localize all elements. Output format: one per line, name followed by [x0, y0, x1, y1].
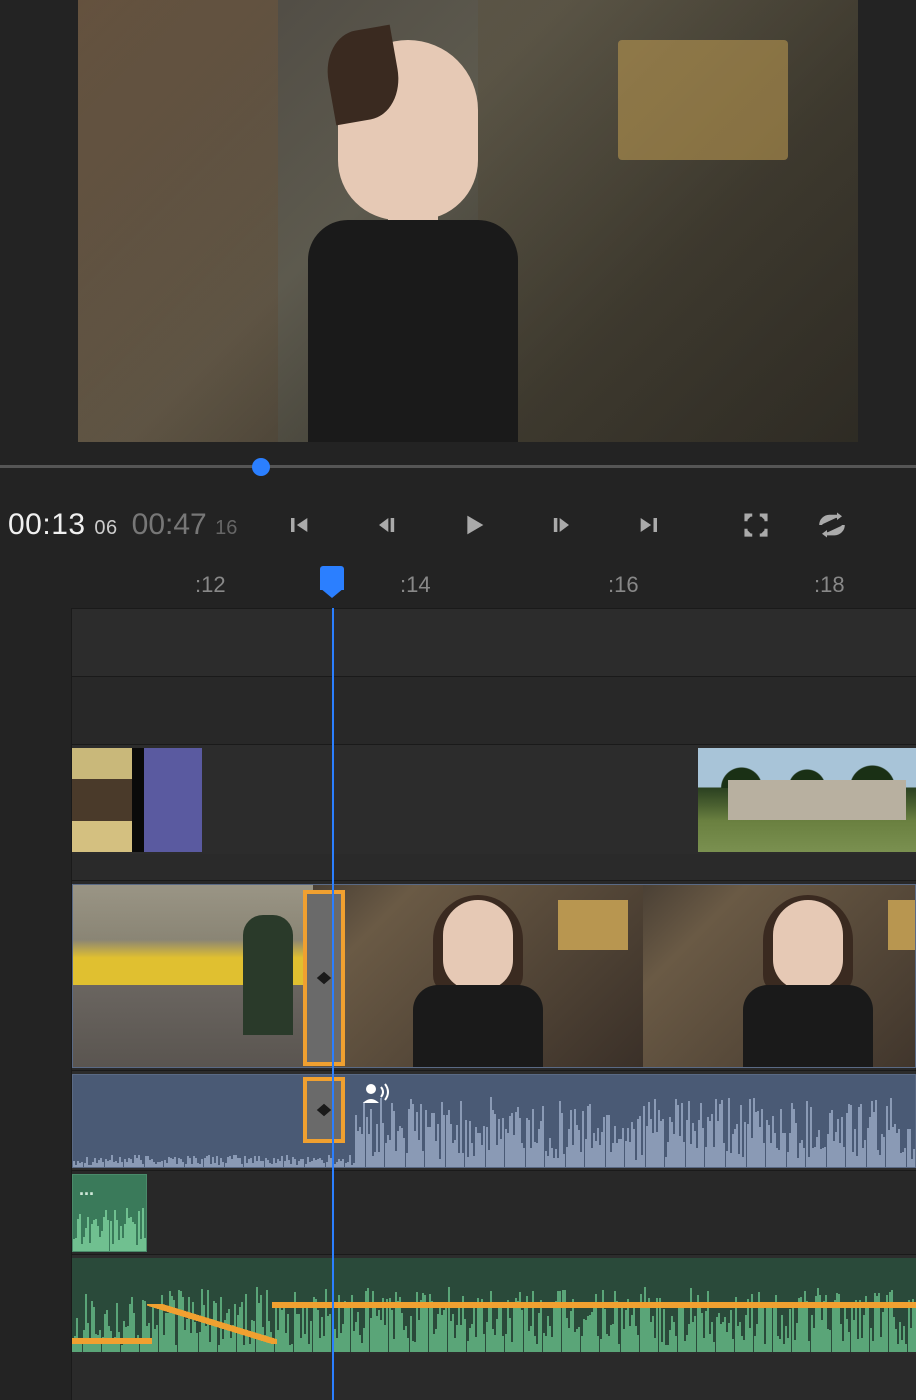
step-forward-button[interactable] — [544, 507, 580, 543]
preview-scrubber[interactable] — [0, 462, 916, 472]
transport-bar: 00:13 06 00:47 16 — [0, 495, 916, 555]
play-button[interactable] — [456, 507, 492, 543]
ruler-tick: :18 — [814, 572, 845, 598]
program-monitor — [78, 0, 858, 442]
fullscreen-button[interactable] — [738, 507, 774, 543]
preview-subject — [288, 20, 538, 440]
timeline-ruler[interactable]: :12 :14 :16 :18 — [0, 560, 916, 608]
clip-main-sequence[interactable] — [72, 884, 916, 1068]
main-video-track[interactable] — [0, 880, 916, 1070]
audio-transition-cross-fade[interactable] — [303, 1077, 345, 1143]
filmstrip-frame — [313, 885, 643, 1067]
audio-track-2[interactable]: ... — [0, 1170, 916, 1254]
playhead-line — [332, 608, 334, 1400]
audio-track-3[interactable] — [0, 1254, 916, 1354]
ruler-tick: :14 — [400, 572, 431, 598]
volume-envelope-high[interactable] — [272, 1302, 916, 1308]
ruler-tick: :12 — [195, 572, 226, 598]
audio-track-1[interactable] — [0, 1070, 916, 1170]
preview-plaque — [618, 40, 788, 160]
timecode-current: 00:13 06 — [8, 508, 118, 542]
filmstrip-frame — [643, 885, 916, 1067]
timeline[interactable]: ... — [0, 608, 916, 1400]
voiceover-icon — [363, 1081, 391, 1103]
ruler-tick: :16 — [608, 572, 639, 598]
video-track-1[interactable] — [0, 744, 916, 854]
clip-label: ... — [79, 1179, 94, 1200]
filmstrip-frame — [73, 885, 313, 1067]
scrubber-track — [0, 465, 916, 468]
preview-frame — [78, 0, 858, 442]
waveform — [73, 1092, 915, 1167]
timecode-current-frames: 06 — [94, 517, 117, 539]
video-track-3[interactable] — [0, 608, 916, 676]
clip-thumb — [698, 748, 916, 852]
clip-dialogue-audio[interactable] — [72, 1074, 916, 1168]
clip-thumb — [72, 748, 132, 852]
scrubber-handle[interactable] — [252, 458, 270, 476]
go-to-end-button[interactable] — [632, 507, 668, 543]
clip-music-bed[interactable] — [72, 1258, 916, 1352]
volume-envelope-low[interactable] — [72, 1338, 152, 1344]
timecode-current-time: 00:13 — [8, 508, 86, 541]
loop-button[interactable] — [814, 507, 850, 543]
playhead-handle[interactable] — [320, 566, 344, 590]
clip-audio-short[interactable]: ... — [72, 1174, 147, 1252]
clip-solid-color[interactable] — [72, 748, 202, 852]
preview-overlay-left — [78, 0, 278, 442]
go-to-start-button[interactable] — [280, 507, 316, 543]
video-transition-cross-dissolve[interactable] — [303, 890, 345, 1066]
clip-black — [132, 748, 144, 852]
timecode-duration-frames: 16 — [215, 517, 237, 539]
clip-campus-sign[interactable] — [698, 748, 916, 852]
volume-envelope-ramp[interactable] — [147, 1304, 277, 1344]
waveform — [73, 1203, 146, 1251]
timeline-track-headers[interactable] — [0, 608, 72, 1400]
clip-solid-purple — [144, 748, 202, 852]
step-back-button[interactable] — [368, 507, 404, 543]
timecode-duration: 00:47 16 — [132, 508, 238, 542]
timecode-duration-time: 00:47 — [132, 508, 207, 541]
video-track-2[interactable] — [0, 676, 916, 744]
